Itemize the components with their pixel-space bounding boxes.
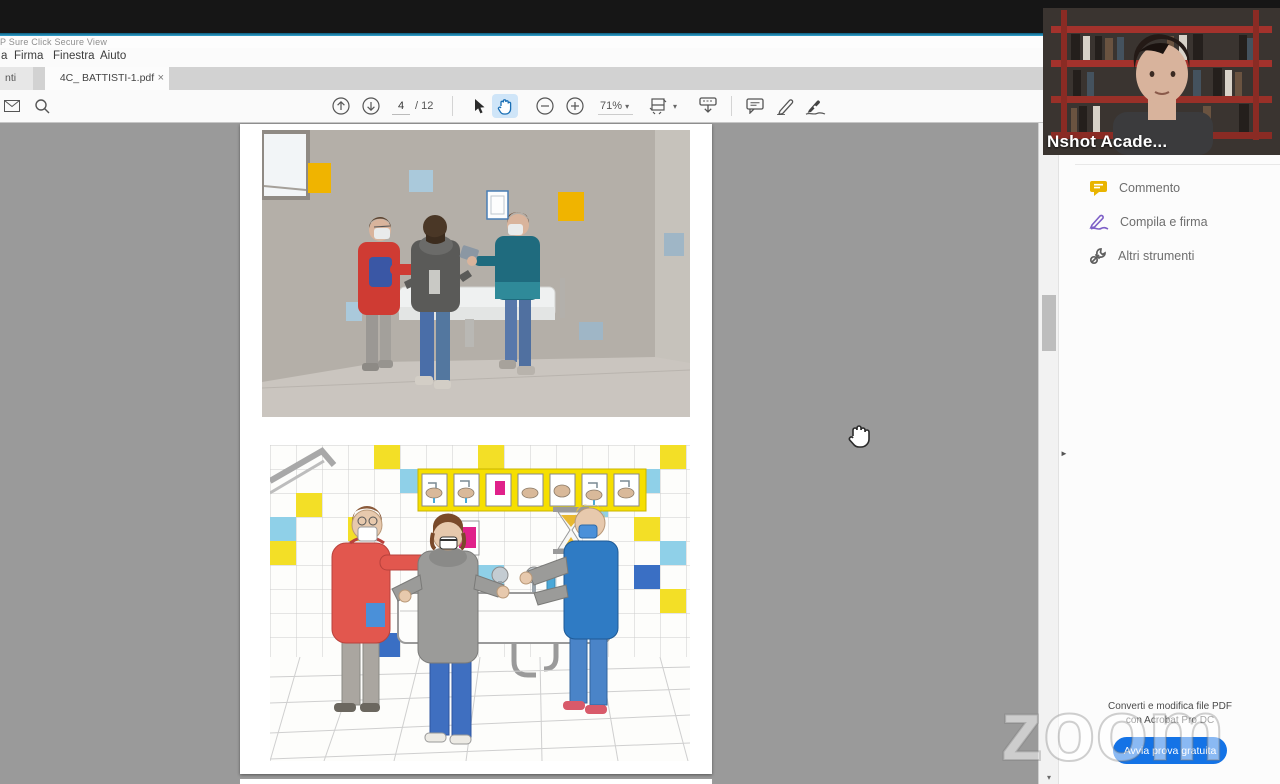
- scrollbar-thumb[interactable]: [1042, 295, 1056, 351]
- app-title: P Sure Click Secure View: [0, 37, 107, 47]
- hand-grab-cursor: [846, 423, 872, 451]
- pdf-page-next-edge: [240, 779, 712, 784]
- document-scrollbar[interactable]: ▾: [1038, 123, 1058, 784]
- previous-page-icon[interactable]: [331, 90, 351, 122]
- start-free-trial-button[interactable]: Avvia prova gratuita: [1113, 737, 1227, 764]
- panel-expand-icon[interactable]: ►: [1060, 449, 1068, 458]
- pdf-drawing-children-washing-hands: [270, 445, 690, 761]
- select-tool-icon[interactable]: [470, 90, 490, 122]
- webcam-participant-name: Nshot Acade...: [1047, 132, 1167, 152]
- hand-tool-icon[interactable]: [492, 94, 518, 118]
- panel-item-label: Altri strumenti: [1118, 249, 1194, 263]
- panel-item-label: Compila e firma: [1120, 215, 1208, 229]
- signature-pen-icon: [1089, 214, 1109, 230]
- panel-item-commento[interactable]: Commento: [1089, 176, 1180, 200]
- tab-document[interactable]: 4C_ BATTISTI-1.pdf ×: [45, 67, 169, 90]
- tab-close-icon[interactable]: ×: [158, 67, 164, 90]
- next-page-icon[interactable]: [361, 90, 381, 122]
- main-content: ▾ ► Commento Compila e firma: [0, 123, 1280, 784]
- highlight-tool-icon[interactable]: [774, 90, 796, 122]
- tab-strumenti-partial[interactable]: nti: [0, 67, 33, 90]
- zoom-level-value: 71%: [600, 100, 622, 112]
- menu-item-firma[interactable]: Firma: [14, 50, 43, 62]
- zoom-in-icon[interactable]: [565, 90, 585, 122]
- webcam-video[interactable]: Nshot Acade...: [1043, 8, 1280, 155]
- drawing-instruction-posters: [418, 469, 646, 511]
- screen-share-frame: P Sure Click Secure View a Firma Finestr…: [0, 0, 1280, 784]
- zoom-caret-icon: ▾: [625, 102, 629, 111]
- menu-item-finestra[interactable]: Finestra: [53, 50, 95, 62]
- toolbar-divider: [731, 96, 732, 116]
- promo-text-line1: Converti e modifica file PDF: [1059, 701, 1280, 712]
- menu-item-truncated[interactable]: a: [1, 50, 7, 62]
- panel-item-label: Commento: [1119, 181, 1180, 195]
- page-total-label: / 12: [415, 100, 433, 112]
- mail-icon[interactable]: [3, 90, 21, 122]
- zoom-level-select[interactable]: 71% ▾: [598, 100, 633, 115]
- page-number-input[interactable]: [392, 97, 410, 115]
- pdf-view-area[interactable]: [0, 123, 1038, 784]
- wrench-tools-icon: [1089, 247, 1107, 265]
- sign-tool-icon[interactable]: [803, 90, 827, 122]
- zoom-out-icon[interactable]: [535, 90, 555, 122]
- pdf-photo-children-washing-hands: [262, 130, 690, 417]
- menu-item-aiuto[interactable]: Aiuto: [100, 50, 126, 62]
- comment-tool-icon[interactable]: [744, 90, 766, 122]
- scrollbar-down-icon[interactable]: ▾: [1039, 773, 1059, 782]
- promo-text-line2: con Acrobat Pro DC: [1059, 715, 1280, 726]
- toolbar-divider: [452, 96, 453, 116]
- comment-bubble-icon: [1089, 180, 1108, 197]
- fit-page-icon[interactable]: [648, 90, 670, 122]
- panel-divider: [1075, 164, 1280, 165]
- search-icon[interactable]: [33, 90, 51, 122]
- page-width-icon[interactable]: [696, 90, 720, 122]
- panel-item-compila-e-firma[interactable]: Compila e firma: [1089, 210, 1208, 234]
- tools-panel: ► Commento Compila e firma: [1058, 123, 1280, 784]
- fit-page-caret-icon[interactable]: ▾: [673, 102, 677, 111]
- tab-document-label: 4C_ BATTISTI-1.pdf: [60, 72, 154, 84]
- pdf-page-4: [240, 124, 712, 774]
- panel-item-altri-strumenti[interactable]: Altri strumenti: [1089, 244, 1194, 268]
